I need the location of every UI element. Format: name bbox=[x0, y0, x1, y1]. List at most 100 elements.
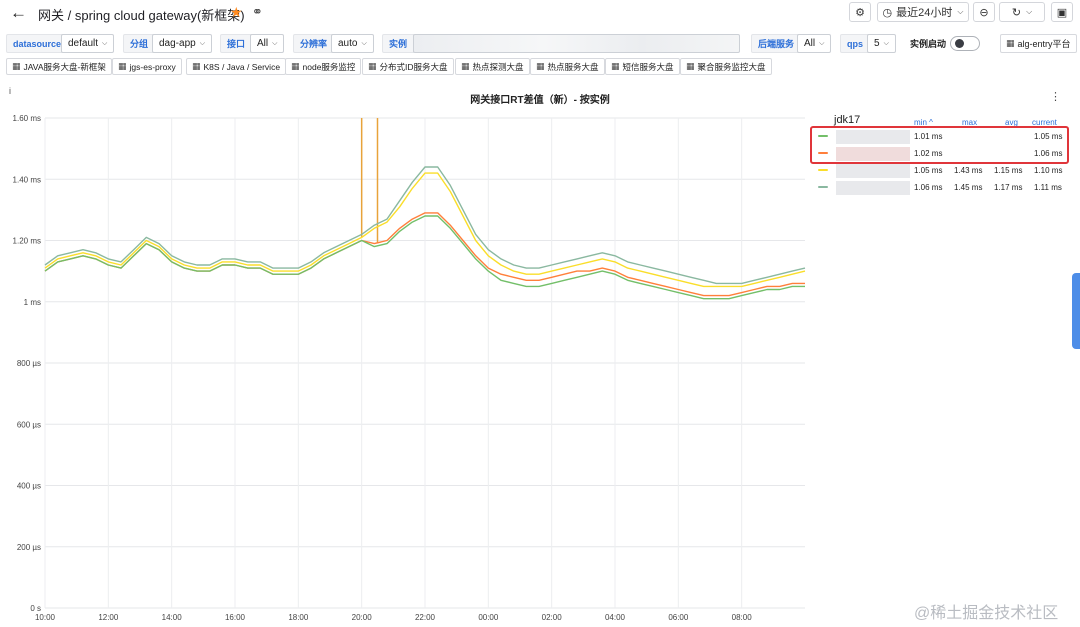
dash-link-label: 热点服务大盘 bbox=[547, 61, 599, 72]
var-select-backend[interactable]: All ⌵ bbox=[797, 34, 832, 53]
var-select-resolution[interactable]: auto ⌵ bbox=[331, 34, 374, 53]
var-input-instance[interactable] bbox=[413, 34, 740, 53]
dashboard-title[interactable]: 网关 / spring cloud gateway(新框架) bbox=[38, 5, 245, 24]
var-label-datasource: datasource bbox=[6, 34, 69, 53]
x-tick-label: 02:00 bbox=[542, 613, 563, 622]
alg-entry-label: alg-entry平台 bbox=[1017, 39, 1071, 49]
dash-link-label: JAVA服务大盘-新框架 bbox=[23, 61, 106, 72]
star-icon[interactable]: ★ bbox=[230, 4, 243, 21]
var-label-backend: 后端服务 bbox=[751, 34, 802, 53]
dash-link-jgs[interactable]: ▦ jgs-es-proxy bbox=[112, 58, 182, 75]
settings-gear-button[interactable]: ⚙ bbox=[849, 2, 871, 22]
panel-title[interactable]: 网关接口RT差值（新）- 按实例 bbox=[0, 91, 1080, 106]
chevron-down-icon: ⌵ bbox=[957, 7, 964, 16]
x-tick-label: 16:00 bbox=[225, 613, 246, 622]
var-select-datasource[interactable]: default ⌵ bbox=[61, 34, 115, 53]
dash-link-k8s[interactable]: ▦ K8S / Java / Service bbox=[186, 58, 287, 75]
refresh-icon: ↻ bbox=[1011, 6, 1022, 19]
var-value-datasource: default bbox=[68, 38, 99, 49]
grid-icon: ▦ bbox=[686, 61, 695, 71]
dash-link-label: 分布式ID服务大盘 bbox=[379, 61, 448, 72]
legend-series-name bbox=[836, 181, 910, 195]
x-tick-label: 22:00 bbox=[415, 613, 436, 622]
var-value-interface: All bbox=[257, 38, 269, 49]
dash-link-label: 热点探测大盘 bbox=[472, 61, 524, 72]
share-icon[interactable]: ⚭ bbox=[252, 4, 263, 20]
legend-value-current: 1.10 ms bbox=[1034, 166, 1063, 175]
highlight-annotation-box bbox=[810, 126, 1069, 164]
x-tick-label: 18:00 bbox=[288, 613, 309, 622]
zoom-out-button[interactable]: ⊖ bbox=[973, 2, 995, 22]
y-tick-label: 1.40 ms bbox=[13, 175, 41, 184]
zoom-out-icon: ⊖ bbox=[979, 6, 989, 19]
var-label-resolution: 分辨率 bbox=[293, 34, 335, 53]
panel-menu-icon[interactable]: ⋮ bbox=[1050, 90, 1061, 103]
alg-entry-link[interactable]: ▦ alg-entry平台 bbox=[1000, 34, 1077, 53]
y-tick-label: 400 µs bbox=[17, 482, 41, 491]
chevron-down-icon: ⌵ bbox=[819, 39, 825, 47]
legend-row[interactable]: 1.05 ms 1.43 ms 1.15 ms 1.10 ms bbox=[812, 162, 1070, 179]
back-arrow-icon[interactable]: ← bbox=[10, 4, 27, 22]
y-tick-label: 200 µs bbox=[17, 543, 41, 552]
dash-link-hotspot-detect[interactable]: ▦ 热点探测大盘 bbox=[455, 58, 530, 75]
dash-link-label: 聚合服务监控大盘 bbox=[697, 61, 766, 72]
y-tick-label: 1.20 ms bbox=[13, 237, 41, 246]
grid-icon: ▦ bbox=[461, 61, 470, 71]
dash-link-java[interactable]: ▦ JAVA服务大盘-新框架 bbox=[6, 58, 112, 75]
var-value-backend: All bbox=[804, 38, 816, 49]
y-tick-label: 0 s bbox=[30, 604, 41, 613]
legend-value-current: 1.11 ms bbox=[1034, 183, 1062, 192]
instance-start-toggle[interactable] bbox=[950, 36, 980, 51]
dash-link-label: 短信服务大盘 bbox=[622, 61, 674, 72]
y-tick-label: 1.60 ms bbox=[13, 114, 41, 123]
dash-link-hotspot-service[interactable]: ▦ 热点服务大盘 bbox=[530, 58, 605, 75]
toggle-knob bbox=[955, 39, 964, 48]
x-tick-label: 06:00 bbox=[668, 613, 689, 622]
chevron-down-icon: ⌵ bbox=[361, 39, 367, 47]
y-tick-label: 800 µs bbox=[17, 359, 41, 368]
tv-mode-button[interactable]: ▣ bbox=[1051, 2, 1073, 22]
y-tick-label: 600 µs bbox=[17, 420, 41, 429]
refresh-button[interactable]: ↻ ⌵ bbox=[999, 2, 1045, 22]
dash-link-node[interactable]: ▦ node服务监控 bbox=[285, 58, 362, 75]
grid-icon: ▦ bbox=[118, 61, 127, 71]
x-tick-label: 12:00 bbox=[98, 613, 119, 622]
dash-link-label: jgs-es-proxy bbox=[129, 61, 176, 72]
dash-link-aggregate[interactable]: ▦ 聚合服务监控大盘 bbox=[680, 58, 772, 75]
legend-value-min: 1.05 ms bbox=[914, 166, 943, 175]
var-label-instance: 实例 bbox=[382, 34, 415, 53]
chevron-down-icon: ⌵ bbox=[272, 39, 278, 47]
var-value-resolution: auto bbox=[338, 38, 358, 49]
var-select-group[interactable]: dag-app ⌵ bbox=[152, 34, 213, 53]
x-tick-label: 10:00 bbox=[35, 613, 56, 622]
dash-link-distributed-id[interactable]: ▦ 分布式ID服务大盘 bbox=[362, 58, 454, 75]
y-tick-label: 1 ms bbox=[24, 298, 41, 307]
legend-value-max: 1.43 ms bbox=[954, 166, 983, 175]
legend-value-max: 1.45 ms bbox=[954, 183, 983, 192]
dash-link-sms[interactable]: ▦ 短信服务大盘 bbox=[605, 58, 680, 75]
legend-series-name bbox=[836, 164, 910, 178]
legend-swatch bbox=[818, 169, 828, 171]
grid-icon: ▦ bbox=[611, 61, 620, 71]
grid-icon: ▦ bbox=[1006, 38, 1015, 48]
watermark: @稀土掘金技术社区 bbox=[914, 605, 1059, 622]
rt-diff-chart[interactable]: 1.60 ms 1.40 ms 1.20 ms 1 ms 800 µs 600 µs 400… bbox=[0, 108, 810, 627]
legend-row[interactable]: 1.06 ms 1.45 ms 1.17 ms 1.11 ms bbox=[812, 179, 1070, 196]
x-tick-label: 00:00 bbox=[478, 613, 499, 622]
legend-value-avg: 1.15 ms bbox=[994, 166, 1023, 175]
time-range-picker[interactable]: ◷ 最近24小时 ⌵ bbox=[877, 2, 969, 22]
var-value-qps: 5 bbox=[874, 38, 880, 49]
time-range-label: 最近24小时 bbox=[896, 7, 953, 19]
monitor-icon: ▣ bbox=[1056, 6, 1068, 19]
var-select-interface[interactable]: All ⌵ bbox=[250, 34, 285, 53]
x-tick-label: 20:00 bbox=[352, 613, 373, 622]
x-tick-label: 08:00 bbox=[732, 613, 753, 622]
var-label-qps: qps bbox=[840, 34, 871, 53]
chevron-down-icon: ⌵ bbox=[1026, 7, 1033, 16]
legend-value-avg: 1.17 ms bbox=[994, 183, 1023, 192]
var-label-group: 分组 bbox=[123, 34, 156, 53]
gear-icon: ⚙ bbox=[855, 6, 865, 19]
var-value-group: dag-app bbox=[159, 38, 196, 49]
var-select-qps[interactable]: 5 ⌵ bbox=[867, 34, 896, 53]
side-feedback-tab[interactable] bbox=[1072, 273, 1080, 349]
